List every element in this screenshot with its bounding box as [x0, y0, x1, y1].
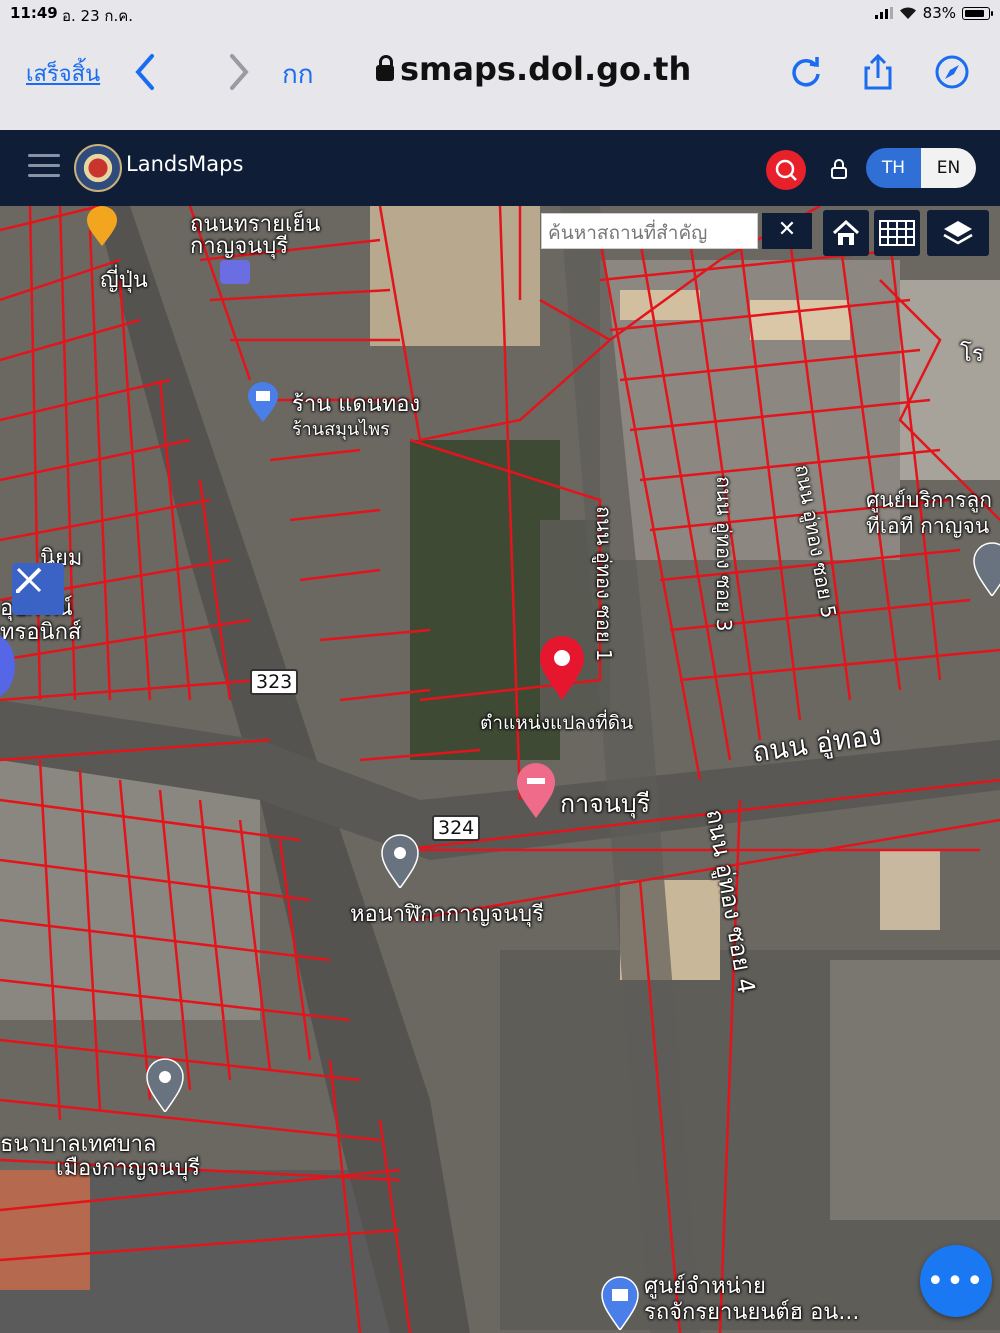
ruler-pencil-icon — [16, 567, 42, 593]
layers-icon — [943, 221, 973, 245]
left-pin-icon[interactable] — [0, 636, 26, 696]
map-label-service-center2: ทีเอที กาญจน — [866, 514, 990, 538]
grid-icon — [879, 220, 915, 246]
home-icon — [832, 219, 860, 245]
done-button[interactable]: เสร็จสิ้น — [26, 56, 100, 91]
wifi-icon — [899, 7, 916, 19]
battery-percent: 83% — [922, 4, 956, 22]
status-time: 11:49 — [10, 4, 58, 22]
dealer-pin-icon[interactable] — [600, 1276, 640, 1330]
more-options-button[interactable]: ••• — [920, 1245, 992, 1317]
back-icon[interactable] — [132, 52, 156, 92]
text-size-button[interactable]: กก — [282, 54, 313, 95]
kanchanaburi-pin-icon[interactable] — [515, 762, 557, 818]
road-shield-324: 324 — [432, 815, 481, 841]
lock-icon — [376, 55, 394, 81]
brand-title: LandsMaps — [126, 152, 244, 176]
search-button[interactable] — [766, 150, 806, 190]
draw-tool-button[interactable] — [12, 563, 64, 615]
status-date: อ. 23 ก.ค. — [62, 7, 134, 25]
map-label-clock-tower: หอนาฬิกากาญจนบุรี — [350, 902, 544, 927]
map-label-right-edge: โร — [960, 342, 984, 367]
forward-icon[interactable] — [228, 52, 252, 92]
map-label-dealer2: รถจักรยานยนต์ฮ อน... — [644, 1300, 860, 1325]
url-text: smaps.dol.go.th — [400, 50, 692, 88]
municipal-pin-icon[interactable] — [145, 1058, 185, 1112]
place-search-input[interactable]: ค้นหาสถานที่สำคัญ — [541, 213, 758, 249]
search-icon — [775, 159, 797, 181]
menu-icon[interactable] — [28, 154, 60, 184]
reload-icon[interactable] — [786, 52, 826, 92]
map-label-kanchanaburi: กาจนบุรี — [560, 789, 651, 818]
address-bar[interactable]: smaps.dol.go.th — [376, 50, 691, 88]
restaurant-pin-icon[interactable] — [85, 206, 119, 246]
parcel-marker-icon[interactable] — [538, 636, 586, 700]
parcel-marker-label: ตำแหน่งแปลงที่ดิน — [480, 712, 634, 734]
browser-toolbar: เสร็จสิ้น กก smaps.dol.go.th — [0, 26, 1000, 131]
lang-en-button[interactable]: EN — [921, 148, 976, 188]
status-right: 83% — [874, 4, 993, 22]
status-bar: 11:49 อ. 23 ก.ค. 83% — [0, 0, 1000, 26]
clock-tower-pin-icon[interactable] — [380, 834, 420, 888]
map-label-utong-soi1: ถนน อู่ทอง ซอย 1 — [592, 506, 616, 662]
map-canvas[interactable]: ถนนทรายเย็น กาญจนบุรี ญี่ปุ่น ร้าน แดนทอ… — [0, 206, 1000, 1333]
home-button[interactable] — [823, 210, 869, 256]
map-label-muang: เมืองกาญจนบุรี — [56, 1156, 201, 1181]
language-toggle: TH EN — [866, 148, 976, 188]
layers-button[interactable] — [927, 210, 989, 256]
signal-icon — [874, 7, 893, 19]
search-clear-button[interactable]: ✕ — [762, 213, 812, 249]
app-header: LandsMaps TH EN — [0, 130, 1000, 206]
map-label-utong-soi3: ถนน อู่ทอง ซอย 3 — [712, 476, 736, 632]
compass-icon[interactable] — [932, 52, 972, 92]
map-label-herb: ร้านสมุนไพร — [292, 419, 390, 440]
battery-icon — [962, 6, 993, 20]
shop-pin-icon[interactable] — [246, 382, 280, 422]
share-icon[interactable] — [858, 52, 898, 92]
dol-logo — [74, 144, 122, 192]
map-label-japan: ญี่ปุ่น — [100, 268, 148, 293]
road-shield-323: 323 — [250, 669, 299, 695]
bank-pin-icon[interactable] — [218, 258, 252, 288]
lang-th-button[interactable]: TH — [866, 148, 921, 188]
right-pin-icon[interactable] — [972, 542, 1000, 596]
lock-button-icon[interactable] — [828, 158, 850, 180]
grid-button[interactable] — [874, 210, 920, 256]
